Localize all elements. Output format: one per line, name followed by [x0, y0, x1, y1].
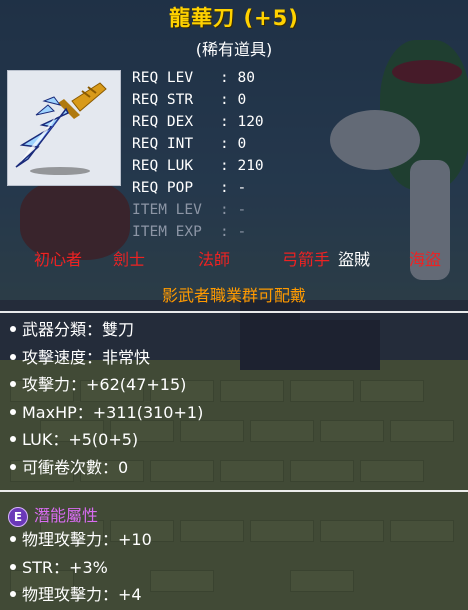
bullet-icon: [10, 353, 16, 360]
stat-line: 物理攻擊力：+10: [10, 526, 152, 554]
requirement-value: : -: [220, 202, 247, 218]
requirement-label: ITEM LEV: [132, 202, 202, 218]
bullet-icon: [10, 408, 16, 415]
job-forbidden: 海盜: [409, 250, 442, 269]
requirement-value: : -: [220, 224, 247, 240]
stat-text: LUK：+5(0+5): [22, 430, 139, 449]
item-name: 龍華刀 (+5): [169, 6, 299, 30]
requirement-value: : -: [220, 180, 247, 196]
stat-text: MaxHP：+311(310+1): [22, 402, 204, 422]
job-note: 影武者職業群可配戴: [161, 286, 306, 305]
potential-header: E 潛能屬性: [8, 502, 99, 527]
requirement-label: REQ INT: [132, 136, 194, 152]
requirement-row: REQ DEX : 120: [132, 111, 264, 133]
bullet-icon: [10, 536, 16, 542]
stat-line: MaxHP：+311(310+1): [10, 399, 203, 427]
requirement-row: REQ LUK : 210: [132, 155, 264, 177]
requirement-label: REQ DEX: [132, 114, 194, 130]
stat-line: 攻擊速度：非常快: [10, 344, 203, 372]
requirement-label: REQ POP: [132, 180, 194, 196]
bullet-icon: [10, 326, 16, 332]
requirement-value: : 210: [220, 158, 264, 174]
bullet-icon: [10, 563, 16, 570]
requirement-value: : 0: [220, 92, 247, 108]
job-forbidden: 劍士: [113, 250, 146, 269]
requirement-label: REQ LEV: [132, 70, 194, 86]
potential-list: 物理攻擊力：+10 STR：+3% 物理攻擊力：+4: [10, 526, 152, 609]
stat-line: 攻擊力：+62(47+15): [10, 371, 203, 399]
job-list: 初心者 劍士 法師 弓箭手 盜賊 海盜: [0, 246, 468, 270]
requirement-row: REQ STR : 0: [132, 89, 264, 111]
bullet-icon: [10, 381, 16, 387]
stat-text: 物理攻擊力：+10: [22, 530, 152, 549]
stat-line: STR：+3%: [10, 554, 152, 582]
requirement-row: ITEM LEV : -: [132, 199, 264, 221]
requirement-label: REQ LUK: [132, 158, 194, 174]
requirement-row: REQ POP : -: [132, 177, 264, 199]
requirement-value: : 0: [220, 136, 247, 152]
requirement-row: ITEM EXP : -: [132, 221, 264, 243]
job-forbidden: 法師: [198, 250, 231, 269]
requirement-label: REQ STR: [132, 92, 194, 108]
bullet-icon: [10, 591, 16, 597]
stat-line: LUK：+5(0+5): [10, 426, 203, 454]
bullet-icon: [10, 463, 16, 470]
stat-text: 可衝卷次數：0: [22, 457, 129, 477]
divider: [0, 311, 468, 313]
stat-list: 武器分類：雙刀 攻擊速度：非常快攻擊力：+62(47+15) MaxHP：+311(…: [10, 316, 203, 481]
job-allowed: 盜賊: [338, 250, 371, 269]
potential-grade-badge: E: [8, 506, 28, 527]
stat-text: 攻擊速度：非常快: [22, 347, 151, 367]
stat-text: 武器分類：雙刀: [22, 320, 135, 339]
stat-text: STR：+3%: [22, 557, 108, 577]
stat-line: 物理攻擊力：+4: [10, 581, 152, 609]
stat-text: 攻擊力：+62(47+15): [22, 375, 187, 394]
divider: [0, 490, 468, 492]
requirement-value: : 80: [220, 70, 255, 86]
stat-line: 武器分類：雙刀: [10, 316, 203, 344]
job-forbidden: 初心者: [34, 250, 83, 269]
requirement-row: REQ INT : 0: [132, 133, 264, 155]
stat-text: 物理攻擊力：+4: [22, 585, 142, 604]
item-rarity: (稀有道具): [195, 40, 273, 59]
dual-blade-knife-icon: [15, 82, 107, 175]
requirement-value: : 120: [220, 114, 264, 130]
bullet-icon: [10, 436, 16, 442]
item-tooltip: 龍華刀 (+5) (稀有道具) REQ LEV: 80 REQ STR: 0 REQ…: [0, 0, 468, 610]
requirements-list: REQ LEV : 80 REQ STR : 0 REQ DEX : 120 REQ INT…: [132, 67, 264, 243]
job-forbidden: 弓箭手: [282, 250, 331, 269]
stat-line: 可衝卷次數：0: [10, 454, 203, 482]
requirement-label: ITEM EXP: [132, 224, 202, 240]
potential-title: 潛能屬性: [34, 506, 99, 525]
requirement-row: REQ LEV : 80: [132, 67, 264, 89]
item-icon-frame: [7, 70, 121, 186]
